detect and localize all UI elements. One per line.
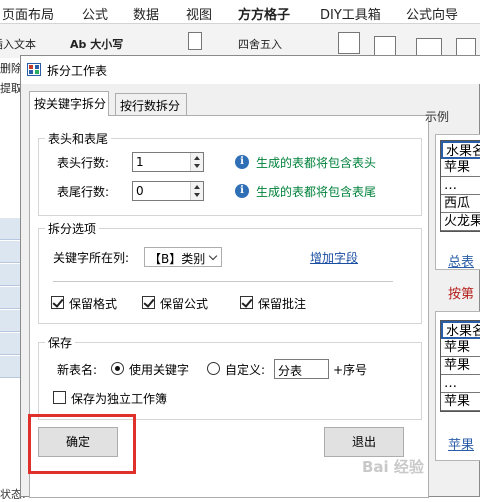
insert-text-button[interactable]: 插入文本 — [0, 36, 36, 52]
custom-name-radio[interactable] — [207, 362, 220, 375]
keep-format-label[interactable]: 保留格式 — [69, 295, 117, 312]
extract-button[interactable]: 提取 — [0, 80, 22, 96]
info-icon: i — [235, 184, 249, 198]
custom-name-input[interactable]: 分表 — [274, 359, 329, 379]
ribbon-tab-formulas[interactable]: 公式 — [82, 4, 108, 23]
example-cell: 水果名 — [441, 141, 480, 159]
clipboard-icon[interactable] — [338, 32, 360, 54]
ribbon-tab-diy-toolbox[interactable]: DIY工具箱 — [320, 4, 381, 23]
keep-comment-label[interactable]: 保留批注 — [258, 295, 306, 312]
header-rows-stepper[interactable]: 1 — [132, 152, 204, 172]
delete-button[interactable]: 删除 — [0, 60, 22, 76]
info-icon: i — [235, 155, 249, 169]
example-cell: … — [441, 375, 480, 393]
example-sheet-tab: 总表 — [448, 255, 475, 270]
stepper-up-icon[interactable] — [194, 156, 200, 160]
layout-icon[interactable] — [456, 38, 476, 56]
save-separate-label[interactable]: 保存为独立工作簿 — [71, 390, 167, 407]
example-cell: 西瓜 — [441, 195, 480, 213]
tab-split-by-keyword[interactable]: 按关键字拆分 — [29, 91, 109, 116]
dialog-title: 拆分工作表 — [47, 64, 108, 78]
header-rows-value: 1 — [136, 155, 144, 169]
save-legend: 保存 — [45, 334, 76, 351]
example-cell: 苹果 — [441, 393, 480, 411]
app-icon — [27, 63, 41, 76]
key-column-value: 【B】类别 — [149, 252, 206, 266]
keep-formula-label[interactable]: 保留公式 — [160, 295, 208, 312]
example-source-table: 水果名 苹果 … 西瓜 火龙果 — [440, 140, 480, 232]
stepper-up-icon[interactable] — [194, 185, 200, 189]
ribbon-tab-fangfang[interactable]: 方方格子 — [238, 4, 291, 28]
stepper-buttons[interactable] — [190, 153, 203, 171]
keep-comment-checkbox[interactable] — [240, 296, 253, 309]
split-options-group: 拆分选项 关键字所在列: 【B】类别 增加字段 保留格式 保留公式 保留批注 — [38, 220, 422, 324]
footer-rows-label: 表尾行数: — [57, 185, 110, 199]
case-button[interactable]: Ab 大小写 — [70, 36, 123, 52]
stepper-down-icon[interactable] — [194, 164, 200, 168]
tab-split-by-rows[interactable]: 按行数拆分 — [115, 93, 187, 115]
custom-name-label[interactable]: 自定义: — [225, 361, 265, 378]
keep-format-checkbox[interactable] — [51, 296, 64, 309]
footer-rows-value: 0 — [136, 184, 144, 198]
header-hint: 生成的表都将包含表头 — [256, 156, 377, 170]
key-column-label: 关键字所在列: — [53, 251, 130, 265]
annotation-highlight-box — [28, 414, 136, 474]
table-icon[interactable] — [416, 38, 442, 56]
ribbon-tab-data[interactable]: 数据 — [133, 4, 159, 23]
save-group: 保存 新表名: 使用关键字 自定义: 分表 +序号 保存为独立工作簿 — [38, 334, 422, 420]
use-keyword-radio[interactable] — [111, 362, 124, 375]
example-sheet-tab: 苹果 — [448, 438, 475, 453]
save-separate-checkbox[interactable] — [53, 391, 66, 404]
key-column-select[interactable]: 【B】类别 — [144, 247, 222, 267]
header-footer-group: 表头和表尾 表头行数: 1 i 生成的表都将包含表头 表尾行数: 0 i 生成的 — [38, 130, 422, 216]
header-footer-legend: 表头和表尾 — [45, 130, 112, 147]
stepper-buttons[interactable] — [190, 182, 203, 200]
round-icon — [188, 32, 202, 50]
footer-rows-stepper[interactable]: 0 — [132, 181, 204, 201]
divider — [53, 281, 393, 282]
dialog-title-bar[interactable]: 拆分工作表 — [21, 56, 480, 84]
grid-icon[interactable] — [374, 36, 396, 56]
watermark-text: Bai 经验 — [362, 458, 424, 476]
ribbon-tab-page-layout[interactable]: 页面布局 — [2, 4, 54, 23]
split-options-legend: 拆分选项 — [45, 220, 100, 237]
use-keyword-label[interactable]: 使用关键字 — [129, 361, 189, 378]
add-field-link[interactable]: 增加字段 — [310, 249, 358, 266]
keep-formula-checkbox[interactable] — [142, 296, 155, 309]
ribbon-toolbar: 插入文本 Ab 大小写 四舍五入 — [0, 24, 480, 58]
example-cell: 苹果 — [441, 159, 480, 177]
example-result-preview: 水果名 苹果 苹果 … 苹果 苹果 — [435, 311, 480, 461]
example-cell: … — [441, 177, 480, 195]
ribbon-tab-formula-wizard[interactable]: 公式向导 — [406, 4, 458, 23]
ribbon-tab-view[interactable]: 视图 — [186, 4, 212, 23]
example-result-table: 水果名 苹果 苹果 … 苹果 — [440, 320, 480, 412]
sequence-suffix-label: +序号 — [333, 363, 368, 377]
ribbon-tab-bar: 页面布局 公式 数据 视图 方方格子 DIY工具箱 公式向导 — [0, 0, 480, 28]
chevron-down-icon — [208, 251, 218, 261]
example-source-preview: 水果名 苹果 … 西瓜 火龙果 总表 — [435, 134, 480, 270]
round-button[interactable]: 四舍五入 — [238, 36, 282, 52]
example-label: 示例 — [425, 110, 450, 124]
example-cell: 苹果 — [441, 357, 480, 375]
example-cell: 火龙果 — [441, 213, 480, 231]
exit-button[interactable]: 退出 — [324, 427, 404, 457]
header-rows-label: 表头行数: — [57, 156, 110, 170]
example-cell: 水果名 — [441, 321, 480, 339]
footer-hint: 生成的表都将包含表尾 — [256, 185, 377, 199]
new-name-label: 新表名: — [57, 363, 98, 377]
stepper-down-icon[interactable] — [194, 193, 200, 197]
example-cell: 苹果 — [441, 339, 480, 357]
example-split-text: 按第 — [448, 287, 475, 302]
